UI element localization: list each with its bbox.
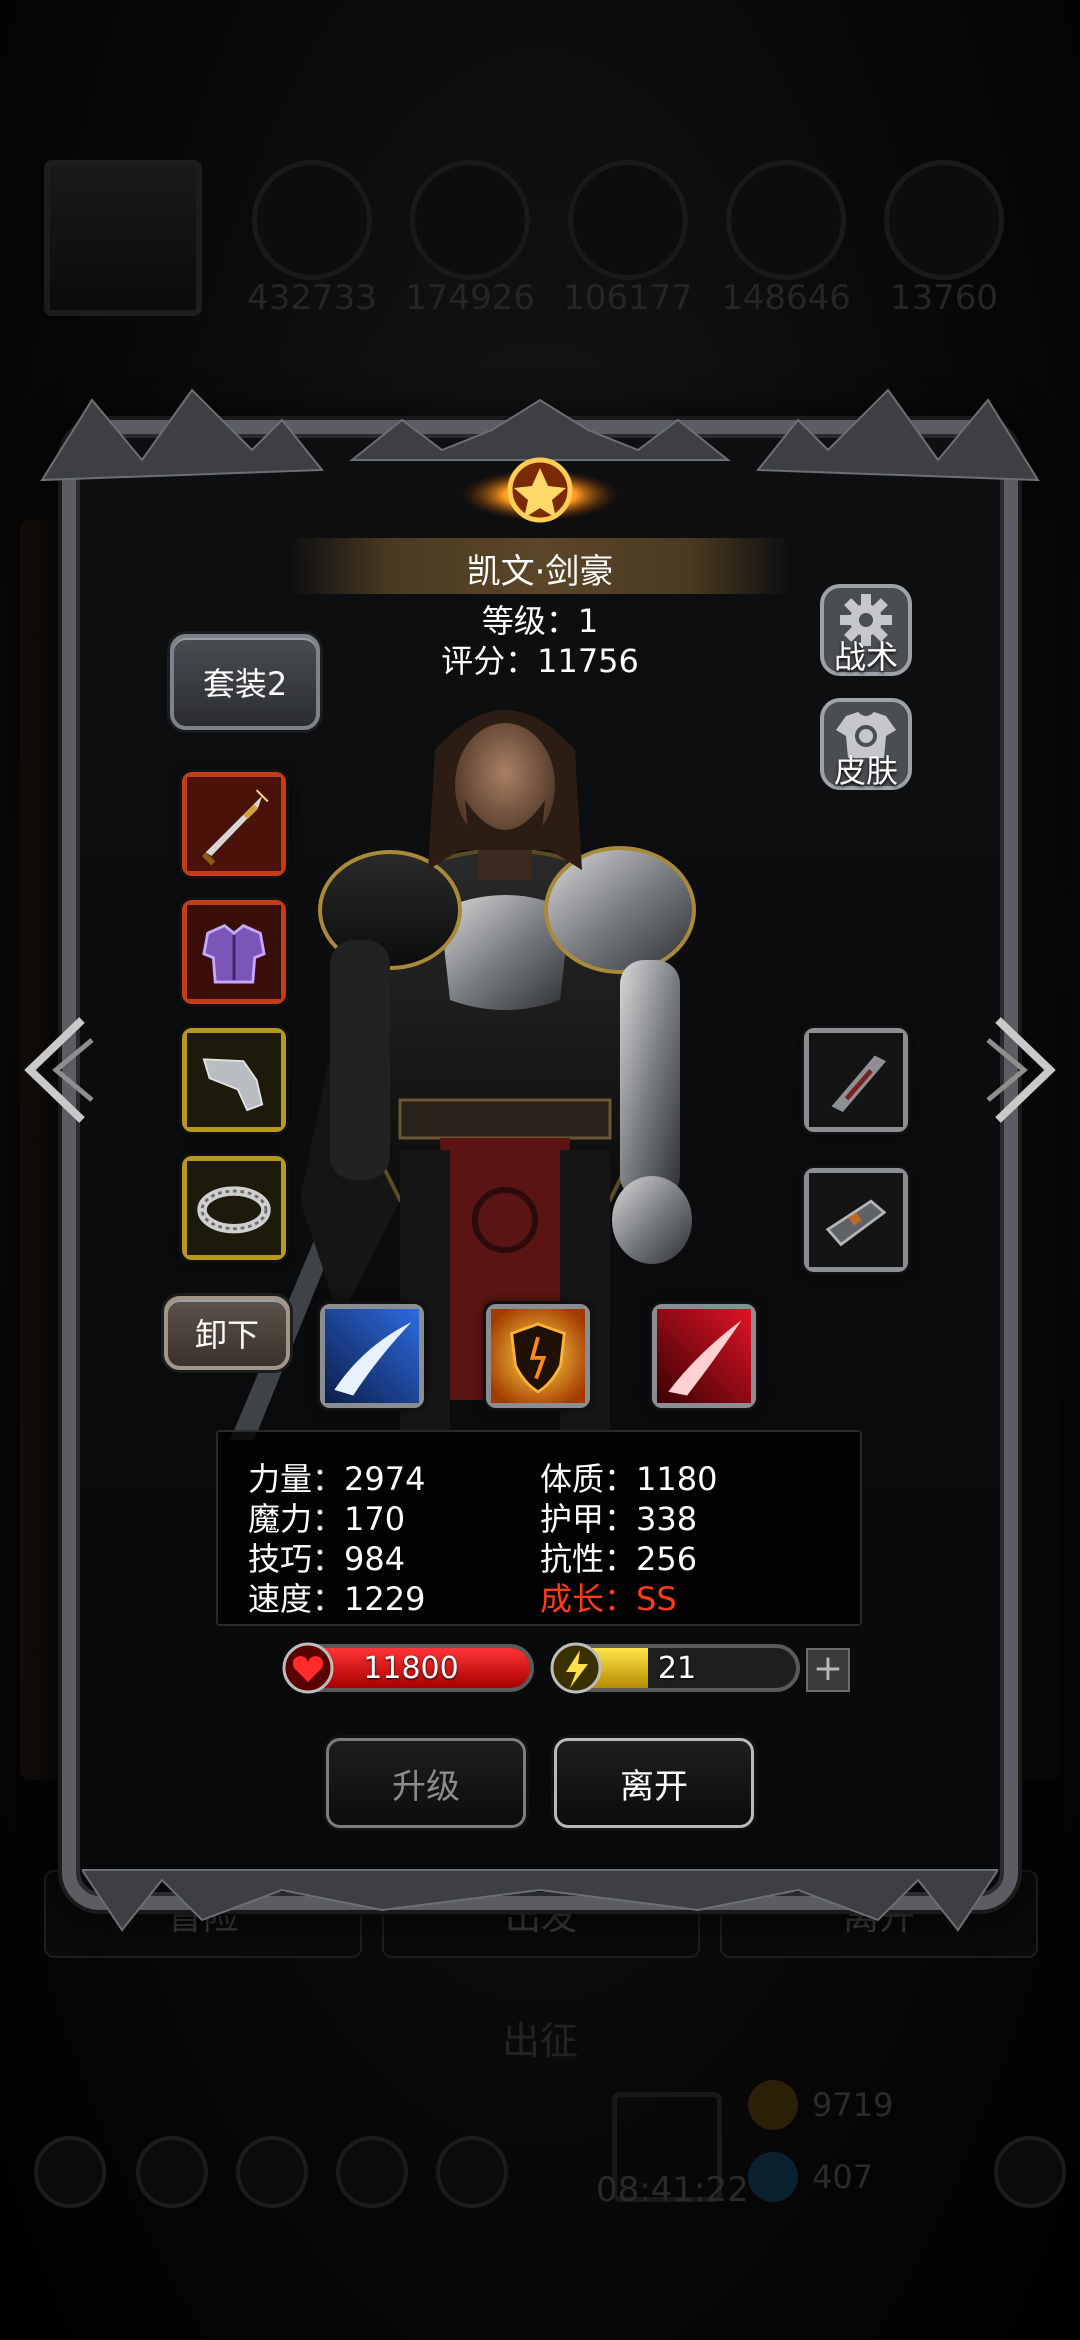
resource-icon: [252, 160, 372, 280]
menu-icon: [236, 2136, 308, 2208]
rank-emblem-icon: [460, 457, 620, 523]
expedition-title: 出征: [501, 2019, 578, 2063]
resource-icon: [410, 160, 530, 280]
menu-icon: [436, 2136, 508, 2208]
next-hero-arrow-icon[interactable]: [978, 1010, 1068, 1130]
gold-coin-icon: [748, 2080, 798, 2130]
blade-accessory-icon: [809, 1033, 903, 1127]
tactics-button[interactable]: 战术: [816, 580, 916, 680]
resource-icon: [568, 160, 688, 280]
crimson-slash-icon: [657, 1309, 751, 1403]
resource-icon: [884, 160, 1004, 280]
wind-slash-icon: [325, 1309, 419, 1403]
frame-bottom-ornament: [82, 1869, 998, 1932]
gem-count: 407: [812, 2158, 874, 2196]
gold-count: 9719: [812, 2086, 894, 2124]
armor-icon: [187, 905, 281, 999]
tactics-label: 战术: [833, 638, 898, 676]
previous-hero-arrow-icon[interactable]: [12, 1010, 102, 1130]
menu-icon: [336, 2136, 408, 2208]
resource-count: 148646: [721, 278, 851, 318]
gem-icon: [748, 2152, 798, 2202]
sword-icon: [187, 777, 281, 871]
upgrade-button[interactable]: 升级: [326, 1738, 526, 1828]
bracer-slot[interactable]: [804, 1168, 908, 1272]
armor-slot[interactable]: [182, 900, 286, 1004]
weapon-slot[interactable]: [182, 772, 286, 876]
skill-slot[interactable]: [486, 1304, 590, 1408]
bracer-icon: [809, 1173, 903, 1267]
leave-button[interactable]: 离开: [554, 1738, 754, 1828]
stat-growth: 成长：SS: [540, 1580, 677, 1618]
fire-shield-icon: [491, 1309, 585, 1403]
unequip-button[interactable]: 卸下: [164, 1296, 290, 1370]
gloves-slot[interactable]: [182, 1028, 286, 1132]
gauntlet-icon: [187, 1033, 281, 1127]
stats-panel: 力量：2974 魔力：170 技巧：984 速度：1229 体质：1180 护甲…: [216, 1430, 862, 1626]
skill-slot[interactable]: [652, 1304, 756, 1408]
add-icon: [994, 2136, 1066, 2208]
lightning-icon: [550, 1642, 602, 1694]
add-energy-button[interactable]: +: [806, 1648, 850, 1692]
resource-count: 106177: [563, 278, 693, 318]
ring-icon: [187, 1161, 281, 1255]
skin-label: 皮肤: [833, 752, 898, 790]
equipment-set-button[interactable]: 套装2: [170, 634, 320, 730]
resource-icon: [726, 160, 846, 280]
hero-detail-panel: 凯文·剑豪 等级：1 评分：11756 套装2 战术 皮肤 卸下 力量：2974…: [40, 388, 1040, 1932]
resource-count: 174926: [405, 278, 535, 318]
stat-speed: 速度：1229: [248, 1580, 426, 1618]
accessory-slot[interactable]: [804, 1028, 908, 1132]
menu-icon: [136, 2136, 208, 2208]
player-portrait: [44, 160, 202, 316]
ring-slot[interactable]: [182, 1156, 286, 1260]
heart-icon: [282, 1642, 334, 1694]
skill-slot[interactable]: [320, 1304, 424, 1408]
menu-icon: [34, 2136, 106, 2208]
resource-count: 432733: [247, 278, 377, 318]
resource-count: 13760: [889, 278, 999, 318]
countdown-timer: 08:41:22: [596, 2170, 749, 2210]
skin-button[interactable]: 皮肤: [816, 694, 916, 794]
